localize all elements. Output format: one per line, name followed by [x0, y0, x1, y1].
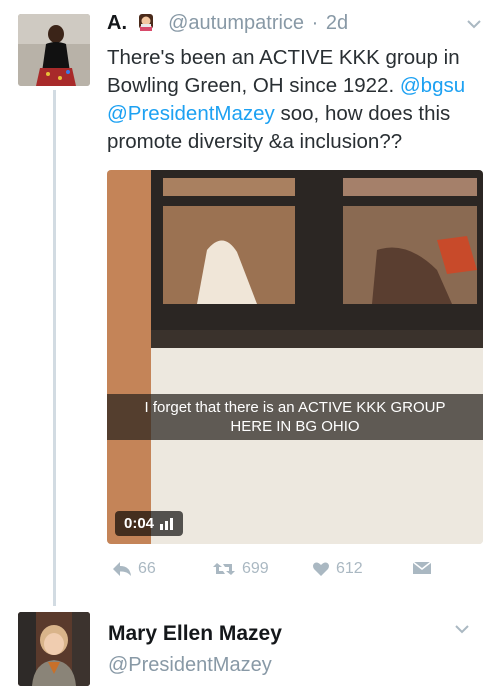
envelope-icon	[412, 561, 432, 574]
separator-dot: ·	[311, 12, 319, 34]
direct-message-button[interactable]	[412, 560, 432, 576]
author-name[interactable]: A.	[107, 12, 127, 34]
reply-author-handle[interactable]: @PresidentMazey	[108, 654, 272, 677]
woman-emoji-icon	[138, 14, 153, 31]
mention-bgsu[interactable]: @bgsu	[400, 74, 465, 97]
reply-button[interactable]: 66	[112, 560, 156, 578]
avatar-photo	[18, 612, 90, 686]
video-frame	[107, 170, 483, 544]
tweet-text: There's been an ACTIVE KKK group in Bowl…	[107, 44, 482, 156]
avatar[interactable]	[18, 612, 90, 686]
volume-bars-icon	[160, 517, 174, 530]
video-caption: I forget that there is an ACTIVE KKK GRO…	[107, 394, 483, 440]
heart-icon	[313, 562, 329, 576]
mention-presidentmazey[interactable]: @PresidentMazey	[107, 102, 275, 125]
video-media[interactable]: I forget that there is an ACTIVE KKK GRO…	[107, 170, 483, 544]
tweet-actions: 66 699 612	[112, 560, 442, 582]
caption-line-1: I forget that there is an ACTIVE KKK GRO…	[144, 399, 446, 416]
tweet-header: A. @autumpatrice · 2d	[107, 12, 348, 35]
chevron-down-icon[interactable]	[466, 19, 482, 29]
caption-line-2: HERE IN BG OHIO	[230, 418, 360, 435]
reply-count: 66	[138, 560, 156, 577]
chevron-down-icon[interactable]	[454, 624, 470, 634]
video-duration: 0:04	[124, 515, 155, 532]
author-handle[interactable]: @autumpatrice	[168, 12, 304, 34]
retweet-count: 699	[242, 560, 269, 577]
reply-author-name[interactable]: Mary Ellen Mazey	[108, 622, 282, 646]
retweet-icon	[213, 563, 235, 575]
avatar-photo	[18, 14, 90, 86]
thread-connector-line	[53, 90, 56, 606]
retweet-button[interactable]: 699	[212, 560, 269, 578]
video-duration-badge: 0:04	[115, 511, 184, 536]
like-count: 612	[336, 560, 363, 577]
like-button[interactable]: 612	[312, 560, 363, 578]
avatar[interactable]	[18, 14, 90, 86]
reply-icon	[113, 562, 131, 576]
tweet-timestamp[interactable]: 2d	[326, 12, 348, 34]
